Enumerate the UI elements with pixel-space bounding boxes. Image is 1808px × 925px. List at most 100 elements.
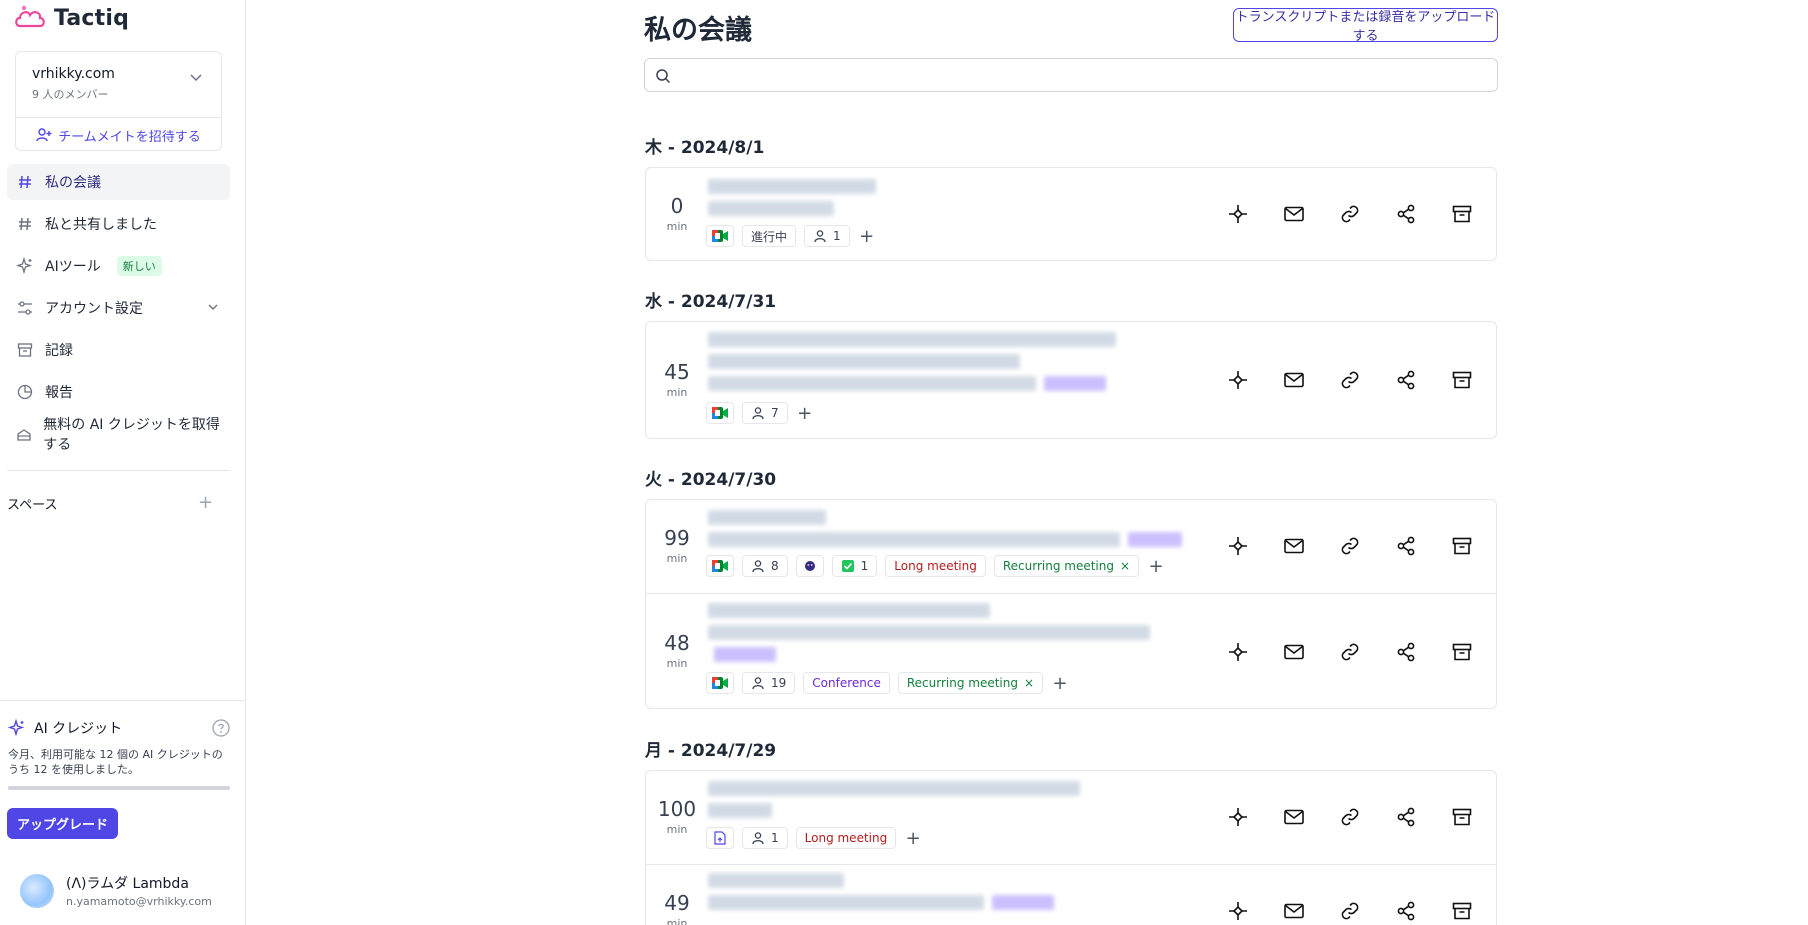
- meeting-title-redacted: [708, 532, 1120, 547]
- meeting-row[interactable]: 100 min 1 Long meeting +: [646, 771, 1496, 864]
- meeting-row[interactable]: 49 min: [646, 864, 1496, 925]
- app: Tactiq vrhikky.com 9 人のメンバー チームメイトを招待する …: [0, 0, 1808, 925]
- share-icon[interactable]: [1392, 200, 1420, 228]
- link-icon[interactable]: [1336, 897, 1364, 925]
- ai-credits-description: 今月、利用可能な 12 個の AI クレジットのうち 12 を使用しました。: [8, 748, 223, 776]
- email-icon[interactable]: [1280, 803, 1308, 831]
- email-icon[interactable]: [1280, 532, 1308, 560]
- link-icon[interactable]: [1336, 366, 1364, 394]
- share-icon[interactable]: [1392, 897, 1420, 925]
- link-icon[interactable]: [1336, 638, 1364, 666]
- user-icon: [752, 832, 764, 845]
- link-icon[interactable]: [1336, 200, 1364, 228]
- meeting-row[interactable]: 48 min 19 Conference Recurring meeting × …: [646, 593, 1496, 710]
- meeting-title-redacted: [1044, 376, 1106, 391]
- invite-teammate-button[interactable]: チームメイトを招待する: [16, 118, 221, 152]
- participants-chip[interactable]: 7: [742, 402, 788, 424]
- participants-chip[interactable]: 1: [804, 225, 850, 247]
- upload-transcript-button[interactable]: トランスクリプトまたは録音をアップロードする: [1233, 8, 1498, 43]
- sidebar-item-free-credits[interactable]: 無料の AI クレジットを取得する: [7, 416, 230, 453]
- tasks-chip[interactable]: 1: [831, 555, 878, 577]
- meeting-row[interactable]: 99 min 8 1 Long meeting Recurring meetin…: [646, 500, 1496, 593]
- participants-chip[interactable]: 8: [742, 555, 788, 577]
- add-tag-button[interactable]: +: [858, 226, 876, 247]
- ai-actions-icon[interactable]: [1224, 897, 1252, 925]
- day-heading: 月 - 2024/7/29: [645, 741, 777, 761]
- email-icon[interactable]: [1280, 366, 1308, 394]
- tag-conference[interactable]: Conference: [803, 672, 890, 694]
- email-icon[interactable]: [1280, 638, 1308, 666]
- ai-actions-icon[interactable]: [1224, 200, 1252, 228]
- add-tag-button[interactable]: +: [1147, 556, 1165, 577]
- hash-icon: [15, 214, 35, 234]
- sidebar-item-archive[interactable]: 記録: [7, 332, 230, 368]
- help-icon[interactable]: [212, 719, 230, 737]
- archive-icon[interactable]: [1448, 638, 1476, 666]
- user-icon: [752, 560, 764, 573]
- meeting-title-redacted: [708, 895, 984, 910]
- sidebar-item-label: 無料の AI クレジットを取得する: [43, 417, 220, 453]
- email-icon[interactable]: [1280, 897, 1308, 925]
- link-icon[interactable]: [1336, 532, 1364, 560]
- link-icon[interactable]: [1336, 803, 1364, 831]
- add-tag-button[interactable]: +: [1051, 673, 1069, 694]
- ai-actions-icon[interactable]: [1224, 638, 1252, 666]
- share-icon[interactable]: [1392, 366, 1420, 394]
- day-heading: 木 - 2024/8/1: [645, 138, 765, 158]
- close-icon[interactable]: ×: [1024, 676, 1034, 690]
- google-meet-icon: [706, 225, 734, 247]
- meeting-title-redacted: [992, 895, 1054, 910]
- archive-icon[interactable]: [1448, 200, 1476, 228]
- archive-icon[interactable]: [1448, 366, 1476, 394]
- day-heading: 火 - 2024/7/30: [645, 470, 777, 490]
- add-space-button[interactable]: +: [198, 492, 213, 513]
- user-profile[interactable]: (Λ)ラムダ Lambda n.yamamoto@vrhikky.com: [20, 873, 212, 908]
- sidebar: Tactiq vrhikky.com 9 人のメンバー チームメイトを招待する …: [0, 0, 246, 925]
- tag-recurring-meeting[interactable]: Recurring meeting ×: [993, 555, 1140, 577]
- ai-actions-icon[interactable]: [1224, 366, 1252, 394]
- google-meet-icon: [706, 555, 734, 577]
- add-tag-button[interactable]: +: [904, 828, 922, 849]
- share-icon[interactable]: [1392, 532, 1420, 560]
- close-icon[interactable]: ×: [1120, 559, 1130, 573]
- sidebar-item-label: AIツール: [45, 259, 101, 275]
- share-icon[interactable]: [1392, 803, 1420, 831]
- meeting-duration: 48 min: [646, 631, 708, 670]
- spaces-heading: スペース: [7, 498, 58, 513]
- sidebar-item-label: 報告: [45, 385, 73, 401]
- meeting-tags: 7 +: [706, 402, 814, 424]
- gift-icon: [15, 424, 33, 444]
- meeting-row[interactable]: 45 min 7 +: [646, 322, 1496, 440]
- page-title: 私の会議: [644, 15, 752, 46]
- archive-icon[interactable]: [1448, 532, 1476, 560]
- tag-long-meeting[interactable]: Long meeting: [885, 555, 986, 577]
- tag-long-meeting[interactable]: Long meeting: [795, 827, 897, 849]
- duration-unit: min: [666, 657, 688, 670]
- participant-count: 1: [833, 229, 841, 243]
- sidebar-item-my-meetings[interactable]: 私の会議: [7, 164, 230, 200]
- meeting-row[interactable]: 0 min 進行中 1 +: [646, 168, 1496, 262]
- workspace-selector[interactable]: vrhikky.com 9 人のメンバー: [16, 52, 221, 118]
- checkbox-icon: [841, 560, 854, 572]
- archive-icon[interactable]: [1448, 897, 1476, 925]
- logo[interactable]: Tactiq: [14, 2, 129, 34]
- add-tag-button[interactable]: +: [796, 403, 814, 424]
- email-icon[interactable]: [1280, 200, 1308, 228]
- tag-recurring-meeting[interactable]: Recurring meeting ×: [897, 672, 1044, 694]
- ai-actions-icon[interactable]: [1224, 532, 1252, 560]
- emoji-icon: [795, 555, 824, 577]
- sidebar-item-shared-with-me[interactable]: 私と共有しました: [7, 206, 230, 242]
- ai-actions-icon[interactable]: [1224, 803, 1252, 831]
- participants-chip[interactable]: 19: [742, 672, 796, 694]
- workspace-members: 9 人のメンバー: [32, 88, 109, 101]
- search-input[interactable]: [677, 63, 1477, 89]
- share-icon[interactable]: [1392, 638, 1420, 666]
- meeting-title-redacted: [708, 625, 1150, 640]
- ai-credits-progress: [8, 786, 230, 790]
- sidebar-item-account-settings[interactable]: アカウント設定: [7, 290, 230, 326]
- sidebar-item-ai-tools[interactable]: AIツール 新しい: [7, 248, 230, 284]
- sidebar-item-reports[interactable]: 報告: [7, 374, 230, 410]
- participants-chip[interactable]: 1: [742, 827, 788, 849]
- upgrade-button[interactable]: アップグレード: [7, 808, 119, 839]
- archive-icon[interactable]: [1448, 803, 1476, 831]
